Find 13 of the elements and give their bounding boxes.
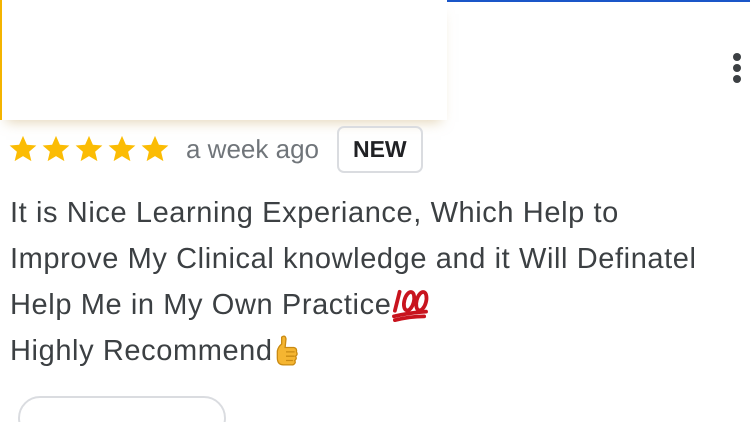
review-text: Help Me in My Own Practice bbox=[10, 288, 392, 322]
new-badge: NEW bbox=[336, 126, 423, 172]
star-icon bbox=[140, 134, 170, 164]
star-icon bbox=[41, 134, 71, 164]
review-text: It is Nice Learning Experiance, Which Help to bbox=[10, 196, 619, 230]
more-options-icon[interactable] bbox=[732, 53, 742, 83]
star-icon bbox=[74, 134, 104, 164]
hundred-points-icon bbox=[391, 288, 430, 322]
star-icon bbox=[107, 134, 137, 164]
review-text: Improve My Clinical knowledge and it Will Definatel bbox=[10, 242, 697, 276]
review-text: Highly Recommend bbox=[10, 334, 273, 368]
review-time: a week ago bbox=[186, 134, 319, 164]
star-icon bbox=[8, 134, 38, 164]
